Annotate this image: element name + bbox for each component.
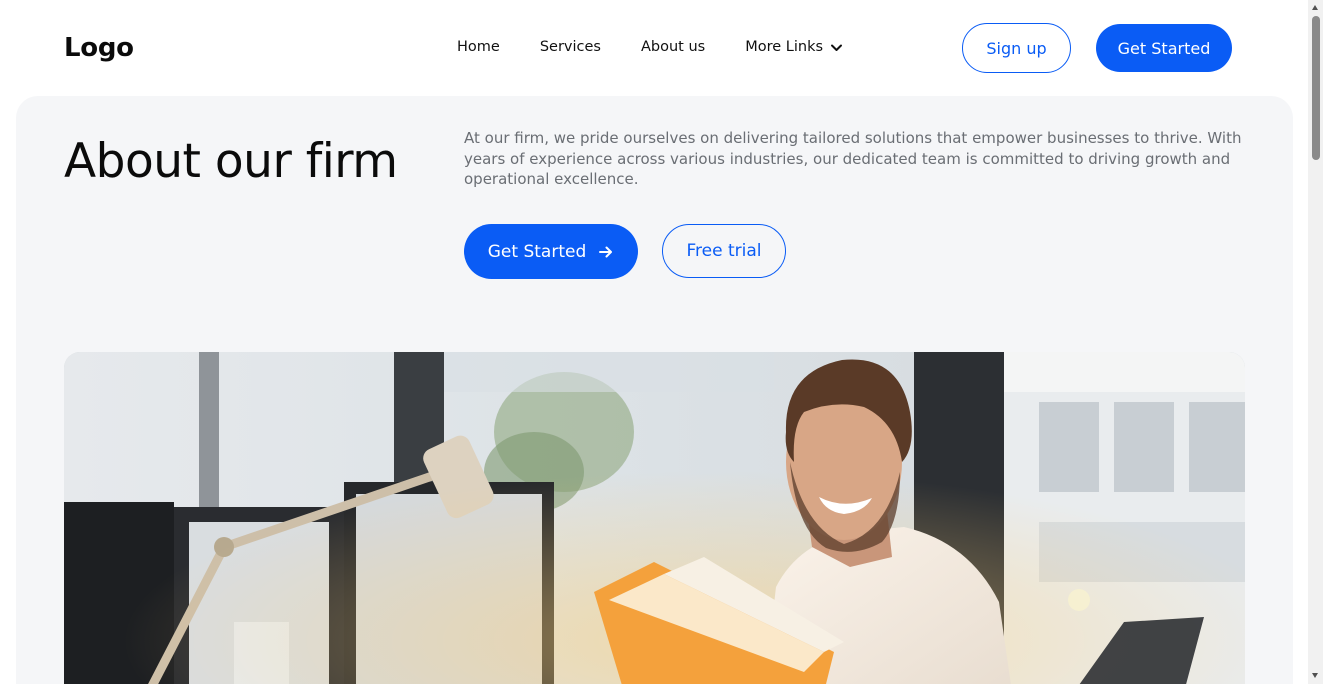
arrow-right-icon: [598, 244, 614, 260]
scroll-up-arrow-icon[interactable]: [1312, 5, 1318, 10]
nav-link-about-us[interactable]: About us: [641, 39, 705, 55]
header-get-started-button[interactable]: Get Started: [1096, 24, 1232, 72]
nav-more-links-dropdown[interactable]: More Links: [745, 39, 843, 55]
vertical-scrollbar[interactable]: [1308, 0, 1323, 684]
page-title: About our firm: [64, 134, 398, 189]
hero-get-started-label: Get Started: [487, 241, 587, 262]
hero-description: At our firm, we pride ourselves on deliv…: [464, 129, 1242, 188]
main-nav: Home Services About us More Links: [457, 39, 883, 55]
scroll-down-arrow-icon[interactable]: [1312, 673, 1318, 678]
sign-up-button[interactable]: Sign up: [962, 23, 1071, 73]
hero-get-started-button[interactable]: Get Started: [464, 224, 638, 279]
nav-link-home[interactable]: Home: [457, 39, 500, 55]
hero-photo: [64, 352, 1245, 684]
free-trial-button[interactable]: Free trial: [662, 224, 786, 278]
nav-link-services[interactable]: Services: [540, 39, 601, 55]
scrollbar-thumb[interactable]: [1312, 16, 1320, 160]
site-header: Logo Home Services About us More Links S…: [0, 0, 1308, 96]
logo[interactable]: Logo: [64, 33, 134, 63]
chevron-down-icon: [830, 41, 843, 54]
page: Logo Home Services About us More Links S…: [0, 0, 1323, 684]
nav-more-links-label: More Links: [745, 39, 824, 55]
